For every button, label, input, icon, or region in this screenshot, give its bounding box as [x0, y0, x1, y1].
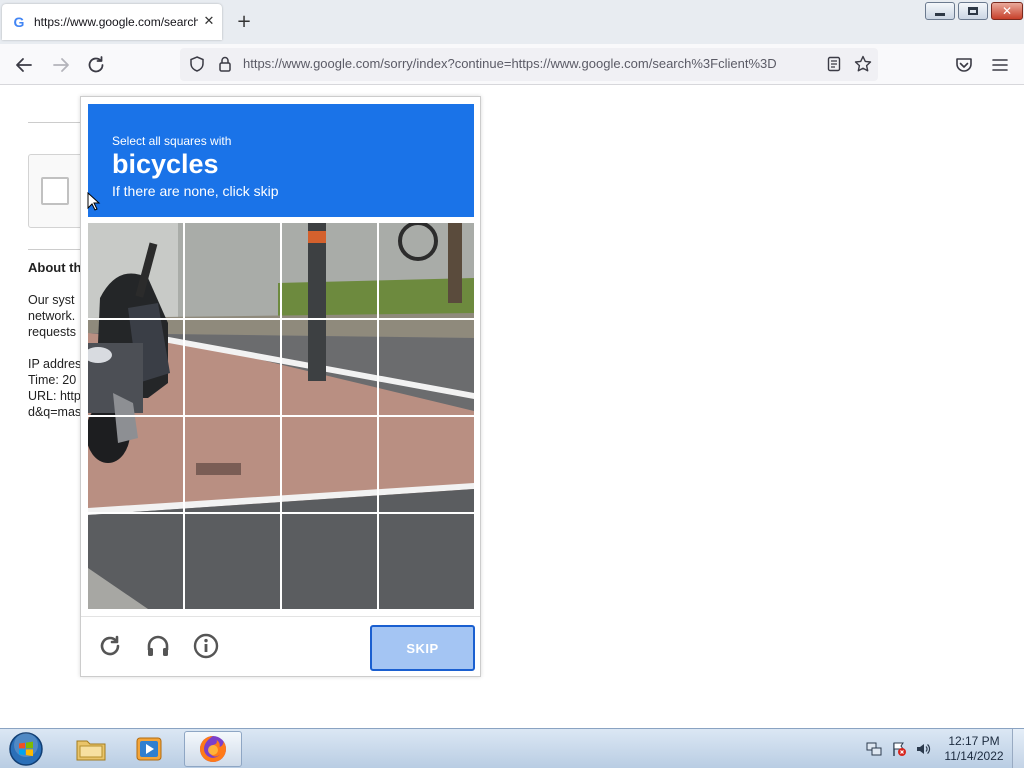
- google-favicon-icon: G: [13, 14, 25, 30]
- captcha-tile[interactable]: [379, 223, 474, 318]
- captcha-tile[interactable]: [88, 223, 183, 318]
- tile-image: [185, 320, 280, 415]
- captcha-tile[interactable]: [88, 417, 183, 512]
- tile-image: [88, 223, 183, 318]
- tile-image: [185, 514, 280, 609]
- lock-icon[interactable]: [216, 55, 234, 73]
- restore-icon: [968, 7, 978, 15]
- captcha-tile[interactable]: [282, 223, 377, 318]
- captcha-tile[interactable]: [282, 417, 377, 512]
- tile-image: [379, 417, 474, 512]
- tile-image: [379, 514, 474, 609]
- volume-icon[interactable]: [915, 741, 931, 757]
- close-icon: ✕: [1001, 4, 1013, 18]
- recaptcha-checkbox[interactable]: [41, 177, 69, 205]
- clock-date: 11/14/2022: [944, 749, 1004, 763]
- show-desktop-button[interactable]: [1012, 729, 1024, 768]
- image-grid: [88, 223, 474, 609]
- captcha-tile[interactable]: [185, 223, 280, 318]
- captcha-challenge-dialog: Select all squares with bicycles If ther…: [80, 96, 481, 677]
- tile-image: [282, 514, 377, 609]
- time-line: Time: 20: [28, 373, 77, 387]
- reload-challenge-icon[interactable]: [94, 630, 126, 662]
- captcha-tile[interactable]: [185, 417, 280, 512]
- tab-title: https://www.google.com/search?client=fir…: [34, 15, 198, 29]
- url-line-continued: d&q=mas: [28, 405, 82, 419]
- instruction-subtext: If there are none, click skip: [112, 183, 279, 199]
- divider: [28, 249, 88, 250]
- tile-image: [379, 223, 474, 318]
- instruction-object: bicycles: [112, 149, 219, 179]
- minimize-button[interactable]: [925, 2, 955, 20]
- tile-image: [282, 223, 377, 318]
- tile-image: [282, 320, 377, 415]
- tile-image: [88, 514, 183, 609]
- system-clock[interactable]: 12:17 PM 11/14/2022: [940, 734, 1008, 764]
- captcha-tile[interactable]: [379, 320, 474, 415]
- about-text-line: network.: [28, 309, 76, 323]
- about-text-line: Our syst: [28, 293, 75, 307]
- captcha-tile[interactable]: [185, 320, 280, 415]
- start-button[interactable]: [6, 731, 46, 767]
- tab-strip: G https://www.google.com/search?client=f…: [0, 0, 1024, 44]
- about-heading: About th: [28, 260, 82, 275]
- captcha-tile[interactable]: [185, 514, 280, 609]
- menu-icon[interactable]: [988, 53, 1012, 77]
- divider: [28, 122, 88, 123]
- back-icon[interactable]: [12, 53, 36, 77]
- network-icon[interactable]: [866, 741, 882, 757]
- restore-button[interactable]: [958, 2, 988, 20]
- reload-icon[interactable]: [84, 53, 108, 77]
- address-bar[interactable]: https://www.google.com/sorry/index?conti…: [180, 48, 878, 81]
- audio-headphones-icon[interactable]: [142, 630, 174, 662]
- tile-image: [88, 417, 183, 512]
- minimize-icon: [935, 12, 945, 16]
- clock-time: 12:17 PM: [948, 734, 1000, 748]
- tile-image: [185, 417, 280, 512]
- ip-address-line: IP addres: [28, 357, 82, 371]
- tile-image: [379, 320, 474, 415]
- challenge-footer: SKIP: [81, 616, 480, 677]
- captcha-tile[interactable]: [88, 514, 183, 609]
- captcha-tile[interactable]: [88, 320, 183, 415]
- file-explorer-icon[interactable]: [62, 731, 120, 767]
- action-center-flag-icon[interactable]: [891, 741, 907, 757]
- captcha-tile[interactable]: [379, 417, 474, 512]
- bookmark-star-icon[interactable]: [853, 54, 873, 74]
- captcha-tile[interactable]: [282, 514, 377, 609]
- captcha-tile[interactable]: [282, 320, 377, 415]
- about-text-line: requests: [28, 325, 76, 339]
- skip-button[interactable]: SKIP: [370, 625, 475, 671]
- new-tab-button[interactable]: +: [234, 12, 254, 32]
- taskbar: 12:17 PM 11/14/2022: [0, 728, 1024, 768]
- forward-icon[interactable]: [49, 53, 73, 77]
- navigation-toolbar: https://www.google.com/sorry/index?conti…: [0, 44, 1024, 85]
- mouse-cursor-icon: [87, 192, 101, 211]
- url-line: URL: http: [28, 389, 81, 403]
- tile-image: [185, 223, 280, 318]
- captcha-tile[interactable]: [379, 514, 474, 609]
- window-controls: ✕: [925, 2, 1023, 21]
- challenge-header: Select all squares with bicycles If ther…: [88, 104, 474, 217]
- media-player-icon[interactable]: [120, 731, 178, 767]
- close-tab-icon[interactable]: ✕: [200, 13, 218, 31]
- firefox-icon[interactable]: [184, 731, 242, 767]
- instruction-text: Select all squares with: [112, 134, 232, 148]
- tile-image: [282, 417, 377, 512]
- info-icon[interactable]: [190, 630, 222, 662]
- url-text[interactable]: https://www.google.com/sorry/index?conti…: [243, 56, 818, 72]
- tile-image: [88, 320, 183, 415]
- tracking-shield-icon[interactable]: [188, 55, 206, 73]
- browser-tab[interactable]: G https://www.google.com/search?client=f…: [2, 4, 222, 40]
- pocket-icon[interactable]: [952, 53, 976, 77]
- close-window-button[interactable]: ✕: [991, 2, 1023, 20]
- reader-view-icon[interactable]: [825, 55, 843, 73]
